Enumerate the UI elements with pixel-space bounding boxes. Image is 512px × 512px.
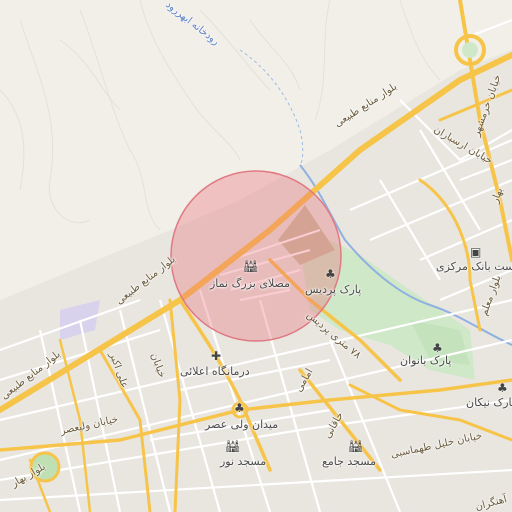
map-view[interactable]: رودخانه ابهررود بلوار منابع طبیعی بلوار … [0, 0, 512, 512]
tree-icon[interactable]: ♣ [432, 342, 443, 354]
roundabout-north-green [462, 42, 478, 58]
label-bank[interactable]: پست بانک مرکزی [436, 260, 512, 273]
mosque-icon[interactable]: 🕌︎ [225, 440, 240, 452]
tree-icon[interactable]: ♣ [497, 382, 508, 394]
clinic-icon[interactable]: ✚ [211, 350, 221, 362]
label-ahlaei[interactable]: درمانگاه اعلائی [180, 365, 250, 378]
tree-icon[interactable]: ♣ [234, 402, 245, 414]
bank-icon[interactable]: ▣ [470, 246, 481, 258]
label-jame[interactable]: مسجد جامع [322, 455, 376, 468]
label-mosalla[interactable]: مصلای بزرگ نماز [210, 277, 290, 290]
map-canvas [0, 0, 512, 512]
label-banovan[interactable]: پارک بانوان [400, 354, 451, 367]
mosque-icon[interactable]: 🕌︎ [348, 440, 363, 452]
mosque-icon[interactable]: 🕌︎ [243, 260, 258, 272]
label-noor[interactable]: مسجد نور [220, 455, 266, 468]
label-pardis-park[interactable]: پارک پردیس [305, 283, 361, 296]
label-neikan[interactable]: پارک نیکان [466, 396, 512, 409]
tree-icon[interactable]: ♣ [325, 268, 336, 280]
label-valiasr-square[interactable]: میدان ولی عصر [205, 418, 278, 431]
